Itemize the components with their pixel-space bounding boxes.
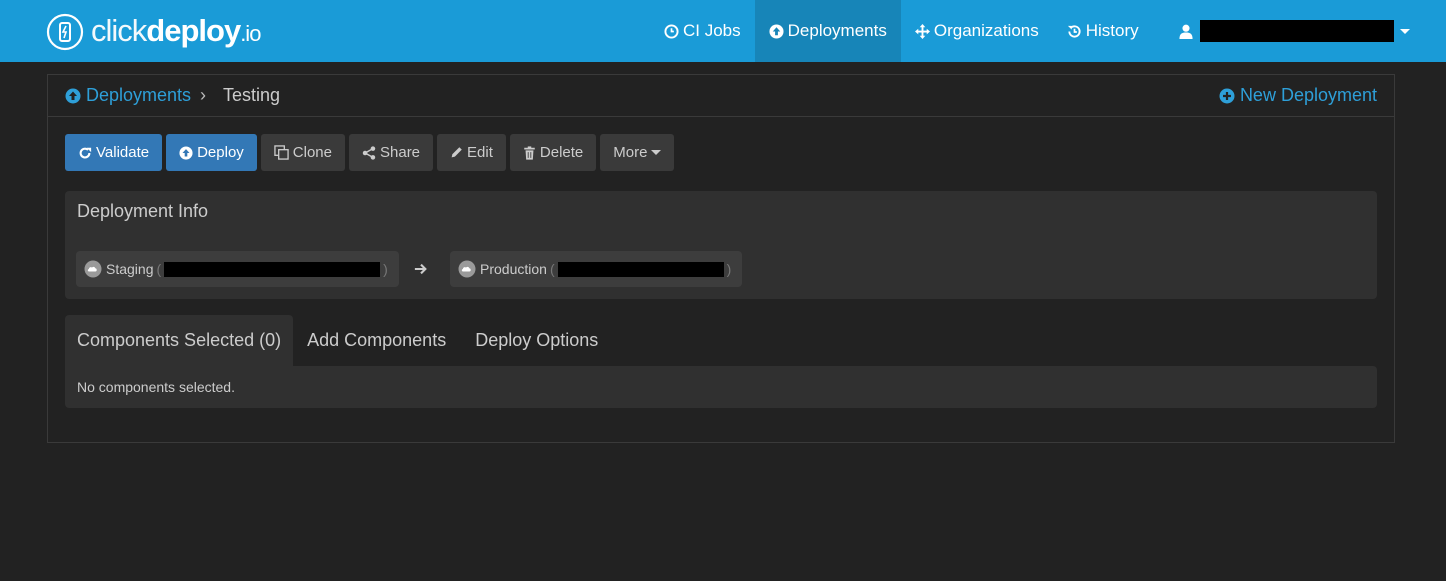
source-close-paren: ) xyxy=(383,261,388,277)
nav-item-label: Organizations xyxy=(933,21,1039,40)
validate-button[interactable]: Validate xyxy=(65,134,163,171)
history-icon xyxy=(1067,24,1081,38)
brand-logo[interactable]: clickdeploy.io xyxy=(46,12,261,51)
top-navbar: clickdeploy.io CI Jobs Deployments Organ… xyxy=(0,0,1446,62)
action-toolbar: Validate Deploy Clone Share Edit Delete … xyxy=(65,134,678,171)
share-button[interactable]: Share xyxy=(349,134,434,171)
share-label: Share xyxy=(380,144,421,161)
redacted-username xyxy=(1199,20,1394,42)
new-deployment-label: New Deployment xyxy=(1239,85,1377,105)
component-tabs: Components Selected (0) Add Components D… xyxy=(65,315,612,366)
brand-name: clickdeploy.io xyxy=(91,12,261,48)
tab-content-panel: No components selected. xyxy=(65,366,1377,408)
nav-item-ci-jobs[interactable]: CI Jobs xyxy=(650,0,755,62)
deployment-info-title: Deployment Info xyxy=(77,201,209,221)
main-nav: CI Jobs Deployments Organizations Histor… xyxy=(650,0,1424,62)
delete-label: Delete xyxy=(539,144,584,161)
breadcrumb-deployments-link[interactable]: Deployments xyxy=(65,85,191,106)
logo-icon xyxy=(46,13,84,51)
edit-label: Edit xyxy=(467,144,493,161)
deployment-panel: Deployments › Testing New Deployment Val… xyxy=(47,74,1395,443)
deployment-info-box: Deployment Info Staging ( ) Production (… xyxy=(65,191,1377,299)
salesforce-cloud-icon xyxy=(84,260,102,278)
deploy-button[interactable]: Deploy xyxy=(166,134,257,171)
empty-components-message: No components selected. xyxy=(77,379,235,395)
breadcrumb-parent-label: Deployments xyxy=(86,85,192,105)
nav-item-label: CI Jobs xyxy=(683,21,741,40)
nav-item-label: History xyxy=(1085,21,1139,40)
clock-icon xyxy=(664,23,679,39)
redacted-source-username xyxy=(164,261,381,277)
edit-button[interactable]: Edit xyxy=(437,134,506,171)
circle-arrow-up-icon xyxy=(179,145,193,160)
deploy-label: Deploy xyxy=(197,144,244,161)
tab-add-components[interactable]: Add Components xyxy=(295,315,461,366)
salesforce-cloud-icon xyxy=(458,260,476,278)
tab-components-selected[interactable]: Components Selected (0) xyxy=(65,315,294,366)
more-dropdown-button[interactable]: More xyxy=(600,134,675,171)
move-arrows-icon xyxy=(914,23,930,39)
target-open-paren: ( xyxy=(549,261,555,277)
trash-icon xyxy=(524,145,535,160)
copy-icon xyxy=(274,145,289,160)
nav-item-deployments[interactable]: Deployments xyxy=(754,0,901,62)
user-icon xyxy=(1179,24,1193,39)
target-close-paren: ) xyxy=(726,261,732,277)
target-org-label: Production xyxy=(480,261,547,277)
refresh-icon xyxy=(79,147,92,158)
clone-button[interactable]: Clone xyxy=(260,134,345,171)
nav-item-label: Deployments xyxy=(787,21,887,40)
target-org-chip[interactable]: Production ( ) xyxy=(450,251,743,287)
arrow-right-icon xyxy=(414,263,427,275)
breadcrumb-current: Testing xyxy=(223,85,281,105)
user-menu[interactable] xyxy=(1153,0,1424,62)
nav-item-history[interactable]: History xyxy=(1053,0,1153,62)
plus-circle-icon xyxy=(1219,88,1235,103)
redacted-target-username xyxy=(557,261,724,277)
source-org-label: Staging xyxy=(106,261,154,277)
panel-heading: Deployments › Testing New Deployment xyxy=(48,75,1394,117)
circle-arrow-up-icon xyxy=(65,88,81,103)
clone-label: Clone xyxy=(292,144,332,161)
caret-down-icon xyxy=(1399,28,1410,34)
more-label: More xyxy=(613,144,648,161)
pencil-icon xyxy=(451,147,462,158)
validate-label: Validate xyxy=(96,144,150,161)
share-icon xyxy=(362,145,376,160)
breadcrumb-separator: › xyxy=(200,85,206,105)
source-org-chip[interactable]: Staging ( ) xyxy=(76,251,399,287)
circle-arrow-up-icon xyxy=(769,23,784,39)
new-deployment-link[interactable]: New Deployment xyxy=(1219,85,1377,106)
tab-deploy-options[interactable]: Deploy Options xyxy=(463,315,610,366)
source-open-paren: ( xyxy=(156,261,162,277)
delete-button[interactable]: Delete xyxy=(509,134,597,171)
nav-item-organizations[interactable]: Organizations xyxy=(901,0,1053,62)
caret-down-icon xyxy=(651,150,662,155)
